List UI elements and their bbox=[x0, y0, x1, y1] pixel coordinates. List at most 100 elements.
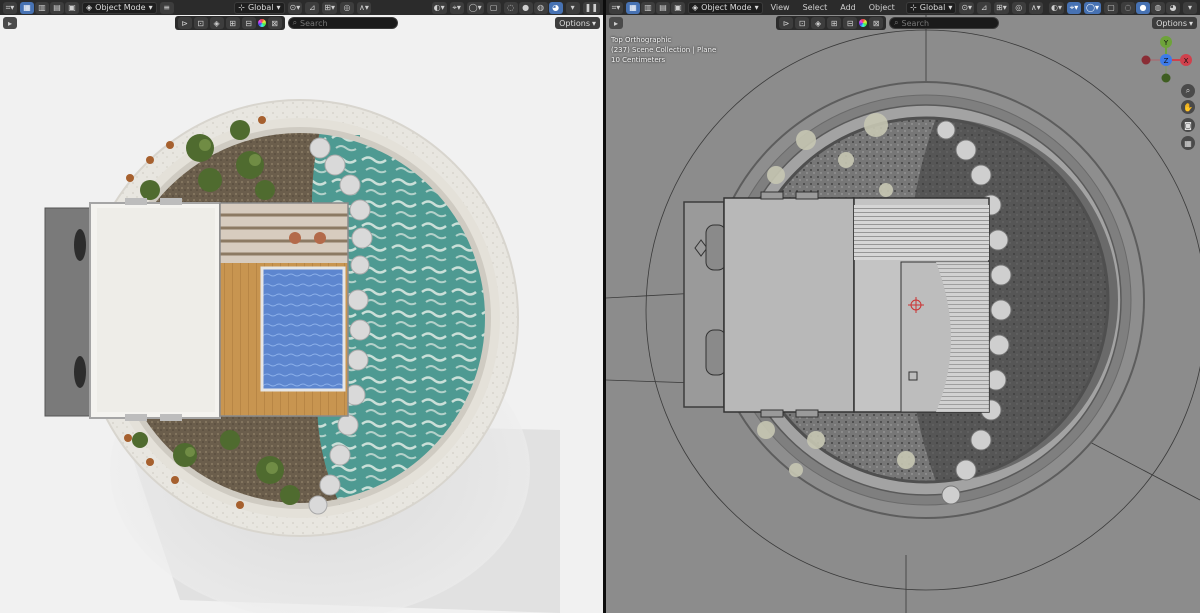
pivot-icon[interactable]: ⊙▾ bbox=[287, 1, 303, 14]
color-wheel-icon[interactable] bbox=[257, 19, 266, 27]
shading-options-icon[interactable]: ▾ bbox=[565, 1, 580, 14]
xray-icon[interactable]: ▢ bbox=[486, 1, 501, 14]
filter-icon-2[interactable]: ⊡ bbox=[193, 17, 208, 29]
filter-icon-4[interactable]: ⊞ bbox=[225, 17, 240, 29]
orientation-label: Global bbox=[919, 3, 946, 12]
axis-y-label: Y bbox=[1163, 39, 1169, 47]
search-input[interactable]: ⌕ Search bbox=[889, 17, 1000, 29]
shading-options-icon[interactable]: ▾ bbox=[1183, 1, 1197, 14]
snap-options-icon[interactable]: ⊞▾ bbox=[322, 1, 337, 14]
left-header: ⌗▾ ▦ ▥ ▤ ▣ ◈ Object Mode ▾ ≡ ⊹ Global ▾ … bbox=[0, 0, 603, 15]
editor-type-icon[interactable]: ⌗▾ bbox=[609, 1, 623, 14]
filter-icon-4[interactable]: ⊞ bbox=[827, 17, 842, 29]
filter-icon-6[interactable]: ⊠ bbox=[267, 17, 282, 29]
filter-icon-3[interactable]: ◈ bbox=[209, 17, 224, 29]
mode-selector[interactable]: ◈ Object Mode ▾ bbox=[82, 1, 157, 14]
mode-label: Object Mode bbox=[701, 3, 752, 12]
falloff-icon[interactable]: ∧▾ bbox=[356, 1, 371, 14]
axis-x-label: X bbox=[1184, 57, 1189, 65]
select-box-icon[interactable]: ▦ bbox=[626, 1, 640, 14]
gizmo-icon[interactable]: ⌖▾ bbox=[1067, 1, 1082, 14]
options-label: Options bbox=[559, 18, 590, 28]
filter-icon-5[interactable]: ⊟ bbox=[843, 17, 858, 29]
select-mode-icon[interactable]: ▥ bbox=[641, 1, 655, 14]
options-label: Options bbox=[1156, 18, 1187, 28]
search-placeholder: Search bbox=[300, 18, 328, 28]
orientation-selector[interactable]: ⊹ Global ▾ bbox=[906, 1, 957, 14]
left-subheader: ▸ ⊳ ⊡ ◈ ⊞ ⊟ ⊠ ⌕ Search Options ▾ bbox=[0, 15, 603, 31]
solid-scene bbox=[606, 0, 1200, 613]
select-mode-icon[interactable]: ▥ bbox=[35, 1, 49, 14]
orientation-selector[interactable]: ⊹ Global ▾ bbox=[234, 1, 285, 14]
shading-material-icon[interactable]: ◍ bbox=[1151, 1, 1165, 14]
color-wheel-icon[interactable] bbox=[859, 19, 868, 27]
options-button[interactable]: Options ▾ bbox=[555, 17, 601, 29]
filter-icon-2[interactable]: ⊡ bbox=[795, 17, 810, 29]
view-name-overlay: Top Orthographic bbox=[611, 36, 672, 44]
orientation-label: Global bbox=[247, 3, 274, 12]
search-input[interactable]: ⌕ Search bbox=[287, 17, 398, 29]
rendered-scene bbox=[44, 99, 560, 613]
shading-rendered-icon[interactable]: ◕ bbox=[548, 1, 563, 14]
shading-solid-icon[interactable]: ● bbox=[518, 1, 533, 14]
shading-rendered-icon[interactable]: ◕ bbox=[1166, 1, 1180, 14]
shading-material-icon[interactable]: ◍ bbox=[533, 1, 548, 14]
hamburger-icon[interactable]: ≡ bbox=[159, 1, 174, 14]
falloff-icon[interactable]: ∧▾ bbox=[1028, 1, 1043, 14]
snap-icon[interactable]: ⊿ bbox=[977, 1, 992, 14]
search-placeholder: Search bbox=[901, 18, 930, 28]
visibility-icon[interactable]: ◐▾ bbox=[431, 1, 447, 14]
grid-icon[interactable]: ▦ bbox=[1181, 136, 1195, 150]
proportional-icon[interactable]: ◎ bbox=[339, 1, 354, 14]
right-viewport[interactable]: ⌗▾ ▦ ▥ ▤ ▣ ◈ Object Mode ▾ View Select A… bbox=[606, 0, 1200, 613]
tool-toggle-icon[interactable]: ▸ bbox=[3, 17, 17, 29]
right-subheader: ▸ ⊳ ⊡ ◈ ⊞ ⊟ ⊠ ⌕ Search Options ▾ bbox=[606, 15, 1200, 31]
pool bbox=[260, 266, 346, 392]
overlay-icon[interactable]: ◯▾ bbox=[1084, 1, 1101, 14]
right-header: ⌗▾ ▦ ▥ ▤ ▣ ◈ Object Mode ▾ View Select A… bbox=[606, 0, 1200, 15]
menu-view[interactable]: View bbox=[766, 3, 795, 12]
select-mode-icon-2[interactable]: ▤ bbox=[50, 1, 64, 14]
snap-icon[interactable]: ⊿ bbox=[305, 1, 320, 14]
xray-icon[interactable]: ▢ bbox=[1104, 1, 1118, 14]
menu-add[interactable]: Add bbox=[835, 3, 861, 12]
left-viewport[interactable]: ⌗▾ ▦ ▥ ▤ ▣ ◈ Object Mode ▾ ≡ ⊹ Global ▾ … bbox=[0, 0, 603, 613]
filter-icon-1[interactable]: ⊳ bbox=[779, 17, 794, 29]
shading-wire-icon[interactable]: ◌ bbox=[503, 1, 518, 14]
house-solid bbox=[723, 197, 855, 413]
shading-wire-icon[interactable]: ◌ bbox=[1121, 1, 1135, 14]
filter-strip: ⊳ ⊡ ◈ ⊞ ⊟ ⊠ bbox=[776, 16, 887, 30]
mode-label: Object Mode bbox=[95, 3, 146, 12]
gizmo-icon[interactable]: ⌖▾ bbox=[449, 1, 464, 14]
filter-icon-5[interactable]: ⊟ bbox=[241, 17, 256, 29]
axis-z-label: Z bbox=[1164, 57, 1169, 65]
select-mode-icon-3[interactable]: ▣ bbox=[65, 1, 79, 14]
zoom-icon[interactable]: ⌕ bbox=[1181, 84, 1195, 98]
snap-options-icon[interactable]: ⊞▾ bbox=[994, 1, 1009, 14]
search-icon: ⌕ bbox=[292, 18, 298, 27]
mode-selector[interactable]: ◈ Object Mode ▾ bbox=[688, 1, 763, 14]
menu-select[interactable]: Select bbox=[798, 3, 833, 12]
overlay-icon[interactable]: ◯▾ bbox=[466, 1, 484, 14]
filter-strip: ⊳ ⊡ ◈ ⊞ ⊟ ⊠ bbox=[174, 16, 285, 30]
collection-overlay: (237) Scene Collection | Plane bbox=[611, 46, 717, 54]
select-mode-icon-2[interactable]: ▤ bbox=[656, 1, 670, 14]
filter-icon-3[interactable]: ◈ bbox=[811, 17, 826, 29]
hand-icon[interactable]: ✋ bbox=[1181, 100, 1195, 114]
pivot-icon[interactable]: ⊙▾ bbox=[959, 1, 975, 14]
filter-icon-6[interactable]: ⊠ bbox=[869, 17, 884, 29]
camera-icon[interactable]: ◙ bbox=[1181, 118, 1195, 132]
select-box-icon[interactable]: ▦ bbox=[20, 1, 34, 14]
select-mode-icon-3[interactable]: ▣ bbox=[671, 1, 685, 14]
scale-overlay: 10 Centimeters bbox=[611, 56, 666, 64]
proportional-icon[interactable]: ◎ bbox=[1011, 1, 1026, 14]
options-button[interactable]: Options ▾ bbox=[1152, 17, 1198, 29]
pause-icon[interactable]: ❚❚ bbox=[582, 1, 601, 14]
shading-solid-icon[interactable]: ● bbox=[1136, 1, 1150, 14]
editor-type-icon[interactable]: ⌗▾ bbox=[3, 1, 17, 14]
menu-object[interactable]: Object bbox=[864, 3, 900, 12]
tool-toggle-icon[interactable]: ▸ bbox=[609, 17, 623, 29]
navigation-gizmo[interactable]: Y X Z bbox=[1130, 32, 1200, 92]
visibility-icon[interactable]: ◐▾ bbox=[1049, 1, 1065, 14]
filter-icon-1[interactable]: ⊳ bbox=[177, 17, 192, 29]
